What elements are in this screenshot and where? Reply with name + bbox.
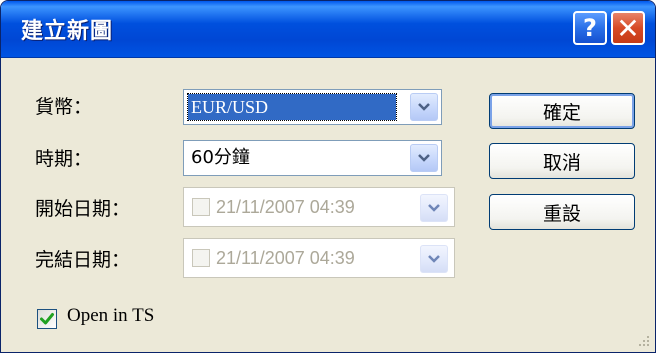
resize-grip-icon[interactable] [635,332,651,348]
chevron-down-icon [428,204,440,212]
period-label: 時期： [35,148,93,170]
reset-button[interactable]: 重設 [489,194,635,230]
start-date-picker[interactable]: 21/11/2007 04:39 [183,187,455,227]
chevron-down-icon [418,154,430,162]
end-date-value: 21/11/2007 04:39 [216,248,355,268]
open-in-ts-label: Open in TS [67,305,155,326]
start-date-value: 21/11/2007 04:39 [216,197,355,217]
ok-button[interactable]: 確定 [489,93,635,129]
currency-dropdown-button[interactable] [410,93,438,121]
question-icon: ? [583,14,597,42]
period-value: 60分鐘 [191,147,250,168]
period-select[interactable]: 60分鐘 [183,140,442,176]
end-date-checkbox[interactable] [192,249,210,267]
chevron-down-icon [428,255,440,263]
period-dropdown-button[interactable] [410,144,438,172]
open-in-ts-checkbox[interactable] [37,309,57,329]
dialog-title: 建立新圖 [21,19,114,44]
close-icon: ✕ [616,11,640,45]
start-date-label: 開始日期： [35,198,131,220]
start-date-dropdown-button[interactable] [420,194,448,222]
check-icon [40,313,54,325]
chevron-down-icon [418,103,430,111]
help-button[interactable]: ? [573,11,607,45]
new-chart-dialog: 建立新圖 ? ✕ 貨幣： EUR/USD 時期： 60分鐘 開始日期： 21/1… [0,0,656,353]
currency-label: 貨幣： [35,96,93,118]
end-date-label: 完結日期： [35,249,131,271]
currency-select[interactable]: EUR/USD [183,89,442,125]
close-button[interactable]: ✕ [611,11,645,45]
end-date-picker[interactable]: 21/11/2007 04:39 [183,238,455,278]
title-bar[interactable]: 建立新圖 ? ✕ [1,1,655,58]
end-date-dropdown-button[interactable] [420,245,448,273]
cancel-button[interactable]: 取消 [489,143,635,179]
currency-value: EUR/USD [187,93,397,121]
start-date-checkbox[interactable] [192,198,210,216]
